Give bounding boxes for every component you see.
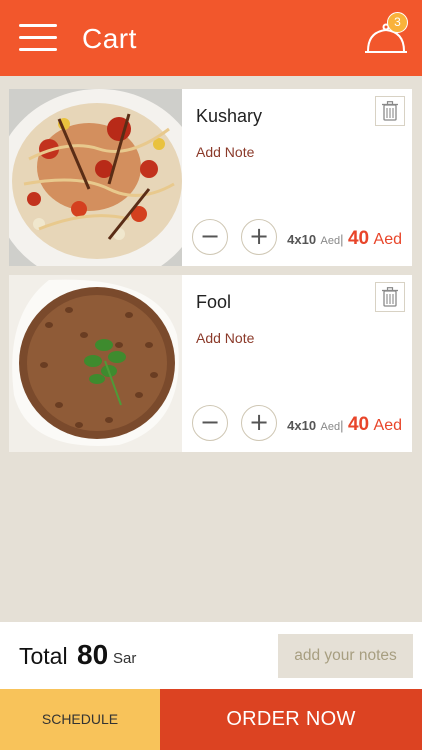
- total-label: Total: [19, 643, 68, 669]
- item-price: 40: [347, 414, 370, 435]
- increase-quantity-button[interactable]: +: [241, 405, 277, 441]
- order-now-button[interactable]: ORDER NOW: [160, 689, 422, 750]
- item-quantity: 4x10: [287, 232, 317, 247]
- decrease-quantity-button[interactable]: −: [192, 219, 228, 255]
- price-separator: |: [340, 232, 344, 247]
- cart-button[interactable]: 3: [362, 10, 410, 58]
- item-unit-currency: Aed: [320, 421, 341, 433]
- trash-icon: [382, 101, 398, 121]
- fool-food-photo: [9, 275, 182, 452]
- add-note-link[interactable]: Add Note: [196, 329, 254, 347]
- cart-count-badge: 3: [387, 12, 408, 33]
- price-separator: |: [340, 418, 344, 433]
- trash-icon: [382, 287, 398, 307]
- hamburger-menu-icon[interactable]: [19, 22, 57, 52]
- item-unit-currency: Aed: [320, 235, 341, 247]
- schedule-button[interactable]: SCHEDULE: [0, 689, 160, 750]
- page-title: Cart: [82, 23, 137, 54]
- add-notes-button[interactable]: add your notes: [278, 634, 413, 678]
- item-name: Fool: [196, 292, 232, 312]
- cart-item-kushary: Kushary Add Note − + 4x10 Aed| 40 Aed: [0, 89, 412, 285]
- delete-item-button[interactable]: [375, 96, 405, 126]
- item-price: 40: [347, 228, 370, 249]
- total-value: 80: [77, 639, 109, 670]
- cart-footer: Total 80 Sar add your notes: [0, 622, 422, 689]
- add-note-link[interactable]: Add Note: [196, 143, 254, 161]
- delete-item-button[interactable]: [375, 282, 405, 312]
- decrease-quantity-button[interactable]: −: [192, 405, 228, 441]
- app-header: Cart 3: [0, 0, 422, 76]
- item-currency: Aed: [373, 417, 402, 434]
- kushary-food-photo: [0, 89, 204, 285]
- item-currency: Aed: [373, 231, 402, 248]
- item-price-line: 4x10 Aed| 40 Aed: [287, 413, 402, 439]
- item-price-line: 4x10 Aed| 40 Aed: [287, 227, 402, 253]
- cart-item-fool: Fool Add Note − + 4x10 Aed| 40 Aed: [9, 275, 412, 452]
- increase-quantity-button[interactable]: +: [241, 219, 277, 255]
- total-currency: Sar: [113, 650, 137, 667]
- item-name: Kushary: [196, 106, 263, 126]
- item-quantity: 4x10: [287, 418, 317, 433]
